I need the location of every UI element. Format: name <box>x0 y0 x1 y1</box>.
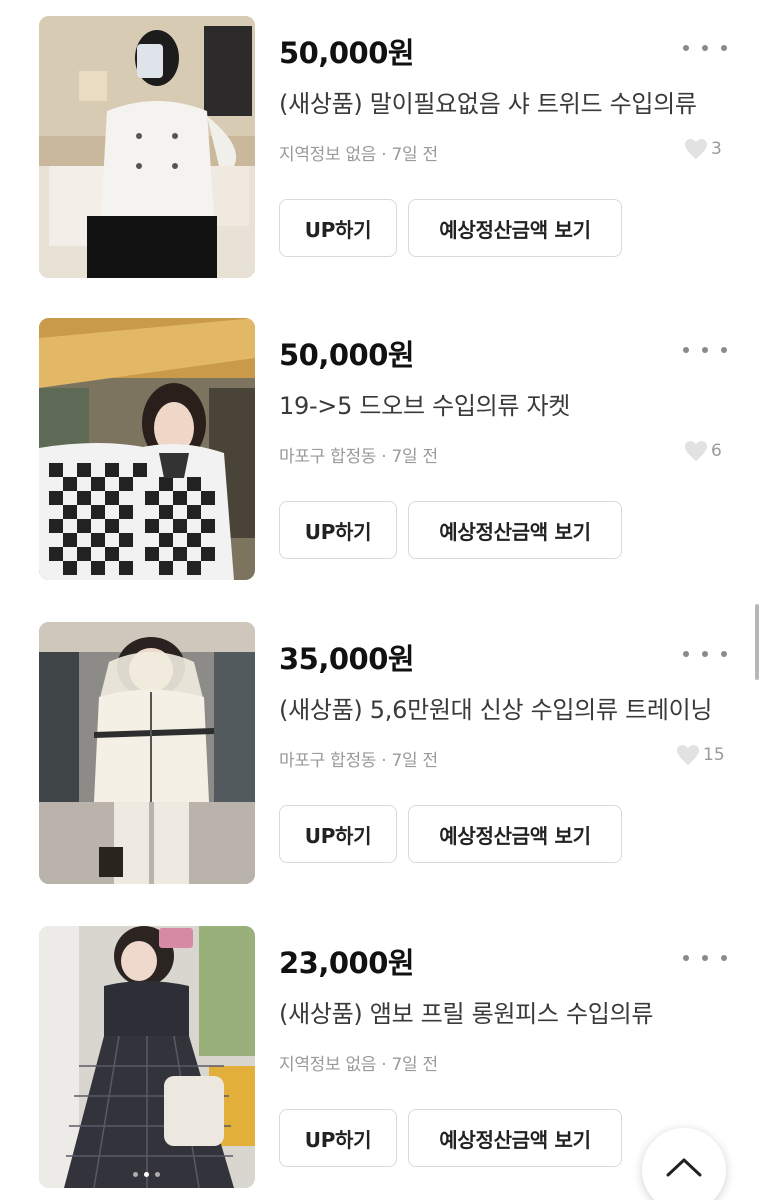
listing-page: 50,000원 (새상품) 말이필요없음 샤 트위드 수입의류 지역정보 없음 … <box>0 0 764 1200</box>
listing-time: 7일 전 <box>391 751 438 771</box>
listing-location: 마포구 합정동 <box>279 751 377 771</box>
more-dots-icon <box>683 347 689 353</box>
listing-item[interactable]: 35,000원 (새상품) 5,6만원대 신상 수입의류 트레이닝 마포구 합정… <box>0 622 764 892</box>
up-button[interactable]: UP하기 <box>279 1109 397 1167</box>
listing-price: 50,000원 <box>279 338 415 372</box>
like-count: 6 <box>684 440 722 462</box>
image-carousel-dots <box>133 1172 160 1177</box>
like-count-value: 15 <box>703 745 725 765</box>
more-dots-icon <box>683 955 689 961</box>
more-dots-icon <box>683 651 689 657</box>
checkered-jacket-photo <box>39 318 255 580</box>
product-thumbnail[interactable] <box>39 318 255 580</box>
heart-icon <box>685 441 707 461</box>
listing-time: 7일 전 <box>391 1055 438 1075</box>
listing-item[interactable]: 50,000원 (새상품) 말이필요없음 샤 트위드 수입의류 지역정보 없음 … <box>0 16 764 286</box>
listing-title[interactable]: (새상품) 5,6만원대 신상 수입의류 트레이닝 <box>279 690 727 725</box>
meta-separator: · <box>381 447 387 467</box>
more-options-button[interactable] <box>683 946 727 970</box>
estimate-settlement-button[interactable]: 예상정산금액 보기 <box>408 1109 622 1167</box>
product-thumbnail[interactable] <box>39 622 255 884</box>
meta-separator: · <box>381 751 387 771</box>
like-count: 15 <box>676 744 725 766</box>
listing-price: 50,000원 <box>279 36 415 70</box>
meta-separator: · <box>381 1055 387 1075</box>
up-button[interactable]: UP하기 <box>279 805 397 863</box>
listing-price: 35,000원 <box>279 642 415 676</box>
scrollbar[interactable] <box>755 604 759 680</box>
more-options-button[interactable] <box>683 338 727 362</box>
listing-location: 마포구 합정동 <box>279 447 377 467</box>
listing-location: 지역정보 없음 <box>279 1055 377 1075</box>
listing-price: 23,000원 <box>279 946 415 980</box>
like-count: 3 <box>684 138 722 160</box>
estimate-settlement-button[interactable]: 예상정산금액 보기 <box>408 199 622 257</box>
listing-meta: 마포구 합정동 · 7일 전 <box>279 442 438 467</box>
listing-location: 지역정보 없음 <box>279 145 377 165</box>
listing-meta: 지역정보 없음 · 7일 전 <box>279 1050 438 1075</box>
listing-time: 7일 전 <box>391 447 438 467</box>
estimate-settlement-button[interactable]: 예상정산금액 보기 <box>408 501 622 559</box>
listing-meta: 지역정보 없음 · 7일 전 <box>279 140 438 165</box>
like-count-value: 6 <box>711 441 722 461</box>
like-count-value: 3 <box>711 139 722 159</box>
product-thumbnail[interactable] <box>39 926 255 1188</box>
meta-separator: · <box>381 145 387 165</box>
up-button[interactable]: UP하기 <box>279 199 397 257</box>
listing-meta: 마포구 합정동 · 7일 전 <box>279 746 438 771</box>
heart-icon <box>685 139 707 159</box>
listing-item[interactable]: 50,000원 19->5 드오브 수입의류 자켓 마포구 합정동 · 7일 전… <box>0 318 764 588</box>
cream-zip-hoodie-photo <box>39 622 255 884</box>
estimate-settlement-button[interactable]: 예상정산금액 보기 <box>408 805 622 863</box>
more-options-button[interactable] <box>683 642 727 666</box>
up-button[interactable]: UP하기 <box>279 501 397 559</box>
white-tweed-jacket-photo <box>39 16 255 278</box>
listing-title[interactable]: 19->5 드오브 수입의류 자켓 <box>279 386 727 421</box>
chevron-up-icon <box>666 1158 702 1177</box>
listing-title[interactable]: (새상품) 말이필요없음 샤 트위드 수입의류 <box>279 84 727 119</box>
listing-title[interactable]: (새상품) 앰보 프릴 롱원피스 수입의류 <box>279 994 727 1029</box>
more-options-button[interactable] <box>683 36 727 60</box>
listing-time: 7일 전 <box>391 145 438 165</box>
checked-long-dress-photo <box>39 926 255 1188</box>
heart-icon <box>677 745 699 765</box>
more-dots-icon <box>683 45 689 51</box>
product-thumbnail[interactable] <box>39 16 255 278</box>
